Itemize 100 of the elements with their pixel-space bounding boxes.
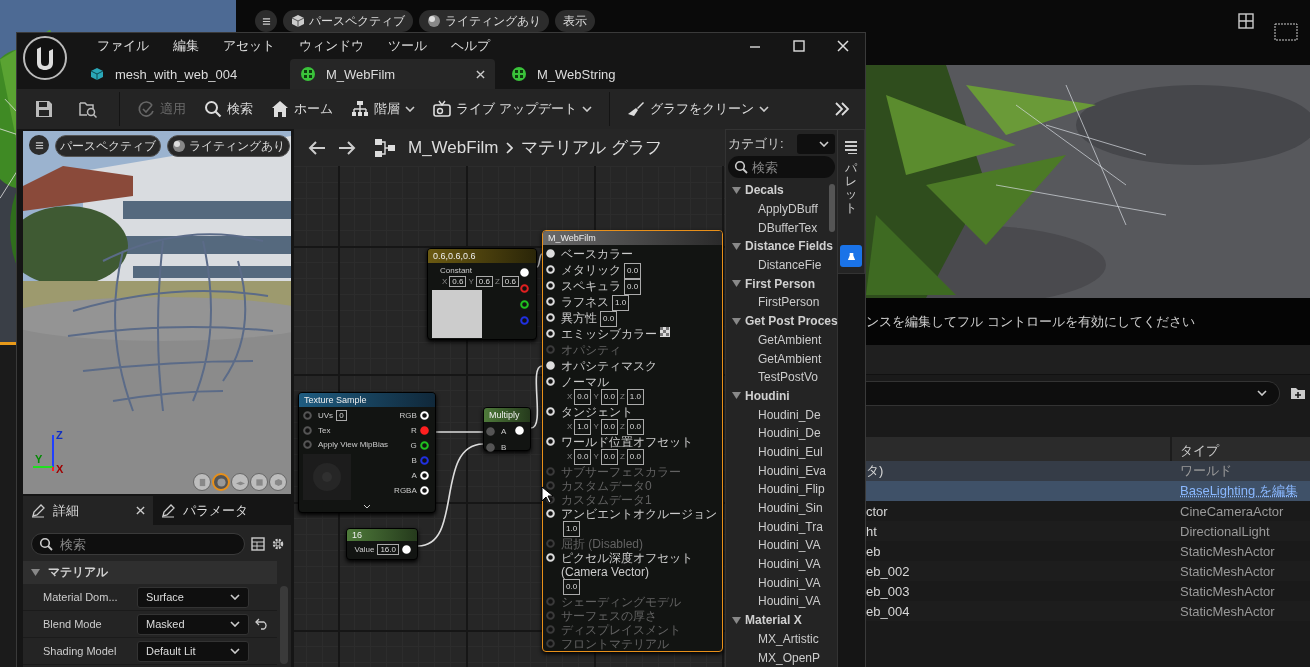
menu-item[interactable]: アセット: [211, 37, 287, 55]
value-field[interactable]: 0.0: [574, 389, 592, 405]
constant-node[interactable]: 0.6,0.6,0.6 Constant X 0.6 Y 0.6 Z 0.6: [427, 248, 537, 340]
value-field[interactable]: 0.0: [626, 449, 644, 465]
palette-item[interactable]: Houdini_Tra: [728, 517, 837, 537]
save-icon[interactable]: [35, 100, 53, 118]
palette-category[interactable]: Decals: [728, 181, 837, 200]
pin-icon[interactable]: [520, 300, 532, 309]
value-field[interactable]: 0.0: [600, 419, 618, 435]
pin-icon[interactable]: [546, 297, 558, 306]
lighting-button[interactable]: ライティングあり: [167, 135, 290, 157]
property-dropdown[interactable]: Masked: [137, 613, 249, 635]
pin-icon[interactable]: [419, 470, 432, 480]
palette-item[interactable]: DistanceFie: [728, 255, 837, 275]
toolbar-button[interactable]: ライブ アップデート: [426, 94, 599, 124]
palette-item[interactable]: ApplyDBuff: [728, 199, 837, 219]
pin-icon[interactable]: [515, 426, 527, 435]
forward-icon[interactable]: [338, 140, 356, 155]
value-field[interactable]: 0: [336, 410, 347, 421]
outliner-row[interactable]: タ) ワールド: [866, 461, 1310, 481]
value-field[interactable]: 0.6: [501, 276, 519, 287]
viewport-chip[interactable]: ライティングあり: [419, 10, 549, 32]
result-node[interactable]: [542, 230, 723, 652]
pin-icon[interactable]: [546, 249, 558, 258]
category-header[interactable]: マテリアル: [23, 561, 277, 584]
close-icon[interactable]: [836, 39, 850, 53]
pin-icon[interactable]: [546, 329, 558, 338]
overflow-icon[interactable]: [833, 100, 851, 118]
toolbar-button[interactable]: 検索: [197, 94, 260, 124]
value-field[interactable]: 0.0: [600, 449, 618, 465]
palette-item[interactable]: GetAmbient: [728, 349, 837, 368]
palette-item[interactable]: GetAmbient: [728, 330, 837, 350]
palette-item[interactable]: Houdini_De: [728, 405, 837, 424]
menu-item[interactable]: ウィンドウ: [287, 37, 376, 55]
pin-icon[interactable]: [419, 440, 432, 450]
list-icon[interactable]: [844, 140, 858, 154]
editor-tab[interactable]: mesh_with_web_004: [79, 59, 284, 89]
menu-item[interactable]: ヘルプ: [439, 37, 502, 55]
outliner-row[interactable]: BaseLighting を編集: [866, 481, 1310, 501]
palette-tab[interactable]: パレット: [845, 162, 857, 215]
reset-icon[interactable]: [255, 618, 269, 630]
editor-tab[interactable]: M_WebFilm: [290, 59, 495, 89]
palette-item[interactable]: Houdini_VA: [728, 536, 837, 555]
search-field[interactable]: 検索: [728, 156, 835, 178]
pin-icon[interactable]: [419, 410, 432, 420]
menu-item[interactable]: ツール: [376, 37, 439, 55]
palette-item[interactable]: Houdini_Flip: [728, 480, 837, 499]
panel-tab[interactable]: 詳細: [23, 496, 153, 525]
value-field[interactable]: 0.0: [600, 311, 618, 327]
palette-category[interactable]: Houdini: [728, 386, 837, 406]
palette-button[interactable]: [840, 245, 862, 267]
texture-sample-node[interactable]: Texture Sample UVs 0 Tex Apply View MipBias RGB R G B A RGBA: [298, 392, 436, 513]
palette-item[interactable]: Houdini_Eul: [728, 442, 837, 462]
palette-category[interactable]: Material X: [728, 610, 837, 630]
editor-tab[interactable]: M_WebString: [501, 59, 706, 89]
category-dropdown[interactable]: [797, 134, 835, 154]
edit-link[interactable]: BaseLighting を編集: [1180, 483, 1298, 498]
pin-icon[interactable]: [546, 509, 558, 518]
scrollbar[interactable]: [829, 184, 835, 232]
property-dropdown[interactable]: Default Lit: [137, 640, 249, 662]
pin-icon[interactable]: [520, 268, 532, 277]
add-folder-icon[interactable]: [1290, 386, 1306, 400]
palette-category[interactable]: First Person: [728, 274, 837, 294]
property-dropdown[interactable]: Surface: [137, 586, 249, 608]
back-icon[interactable]: [308, 140, 326, 155]
palette-item[interactable]: Houdini_De: [728, 423, 837, 443]
grid-icon[interactable]: [1238, 13, 1254, 29]
panel-tab[interactable]: パラメータ: [153, 496, 283, 525]
layout-icon[interactable]: [1274, 23, 1298, 41]
pin-icon[interactable]: [546, 281, 558, 290]
value-field[interactable]: 0.0: [574, 449, 592, 465]
value-field[interactable]: 1.0: [563, 521, 581, 537]
value-field[interactable]: 1.0: [574, 419, 592, 435]
menu-item[interactable]: ファイル: [85, 37, 161, 55]
search-field[interactable]: 検索: [31, 533, 245, 555]
palette-item[interactable]: MX_OpenP: [728, 648, 837, 667]
scalar-node[interactable]: 16 Value 16.0: [346, 528, 418, 560]
pin-icon[interactable]: [546, 361, 558, 370]
value-field[interactable]: 0.6: [475, 276, 493, 287]
value-field[interactable]: 0.0: [626, 419, 644, 435]
value-field[interactable]: 0.0: [600, 389, 618, 405]
table-icon[interactable]: [251, 537, 265, 551]
palette-item[interactable]: MX_Artistic: [728, 629, 837, 649]
value-field[interactable]: 16.0: [377, 544, 399, 555]
value-field[interactable]: 0.0: [624, 263, 642, 279]
palette-item[interactable]: Houdini_VA: [728, 592, 837, 611]
checker-swatch-icon[interactable]: [660, 327, 670, 337]
pin-icon[interactable]: [546, 553, 558, 562]
value-field[interactable]: 0.0: [624, 279, 642, 295]
toolbar-button[interactable]: ホーム: [264, 94, 340, 124]
palette-item[interactable]: Houdini_Eva: [728, 461, 837, 480]
palette-item[interactable]: DBufferTex: [728, 218, 837, 238]
pin-icon[interactable]: [546, 407, 558, 416]
breadcrumb-link[interactable]: M_WebFilm: [408, 137, 499, 158]
viewport-chip[interactable]: 表示: [555, 10, 595, 32]
value-field[interactable]: 0.0: [563, 579, 581, 595]
menu-button[interactable]: [255, 10, 277, 32]
value-field[interactable]: 1.0: [626, 389, 644, 405]
pin-icon[interactable]: [546, 437, 558, 446]
maximize-icon[interactable]: [792, 39, 806, 53]
